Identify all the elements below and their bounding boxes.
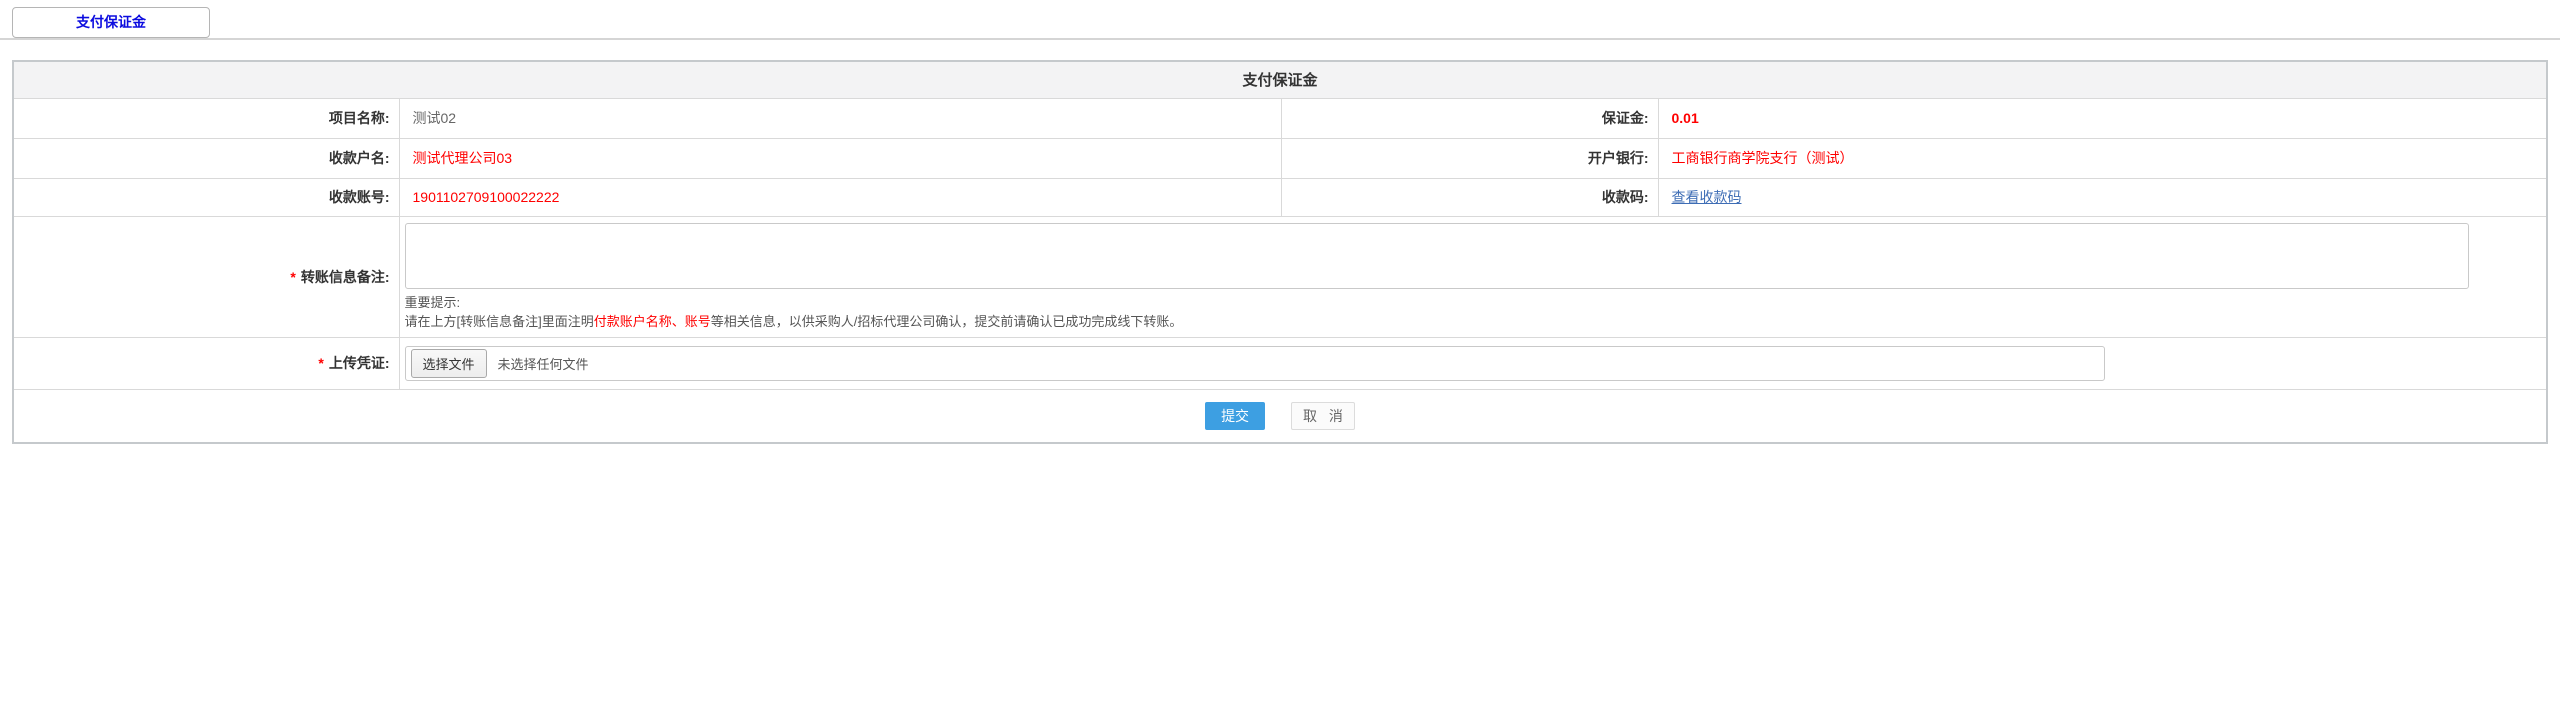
choose-file-button[interactable]: 选择文件 [411, 349, 487, 378]
form-title: 支付保证金 [13, 61, 2547, 98]
qr-code-label: 收款码: [1281, 178, 1658, 216]
hint-red-text: 付款账户名称、账号 [594, 314, 711, 329]
important-hint: 重要提示: 请在上方[转账信息备注]里面注明付款账户名称、账号等相关信息，以供采… [405, 293, 2547, 331]
file-status-text: 未选择任何文件 [498, 354, 589, 373]
hint-line2: 请在上方[转账信息备注]里面注明付款账户名称、账号等相关信息，以供采购人/招标代… [405, 312, 2547, 331]
remark-textarea[interactable] [405, 223, 2469, 289]
project-name-label: 项目名称: [13, 98, 399, 138]
remark-required-asterisk: * [290, 269, 295, 285]
upload-required-asterisk: * [318, 355, 323, 371]
remark-label: 转账信息备注: [301, 269, 390, 285]
submit-button[interactable]: 提交 [1205, 402, 1265, 430]
pay-deposit-panel: 支付保证金 项目名称: 测试02 保证金: 0.01 收款户名: 测试代理公司0… [12, 60, 2548, 444]
row-upload: * 上传凭证: 选择文件 未选择任何文件 [13, 337, 2547, 389]
payee-name-label: 收款户名: [13, 138, 399, 178]
tab-pay-deposit[interactable]: 支付保证金 [12, 7, 210, 38]
file-input-box[interactable]: 选择文件 未选择任何文件 [405, 346, 2105, 381]
deposit-label: 保证金: [1281, 98, 1658, 138]
cancel-button[interactable]: 取 消 [1291, 402, 1355, 430]
payee-name-value: 测试代理公司03 [413, 150, 513, 166]
table-header-row: 支付保证金 [13, 61, 2547, 98]
account-no-label: 收款账号: [13, 178, 399, 216]
bank-value: 工商银行商学院支行（测试） [1672, 150, 1854, 166]
row-remark: * 转账信息备注: 重要提示: 请在上方[转账信息备注]里面注明付款账户名称、账号… [13, 216, 2547, 337]
hint-line1: 重要提示: [405, 293, 2547, 312]
row-buttons: 提交 取 消 [13, 389, 2547, 443]
view-qr-code-link[interactable]: 查看收款码 [1672, 189, 1742, 205]
bank-label: 开户银行: [1281, 138, 1658, 178]
row-project-deposit: 项目名称: 测试02 保证金: 0.01 [13, 98, 2547, 138]
upload-label: 上传凭证: [329, 355, 390, 371]
account-no-value: 1901102709100022222 [413, 189, 560, 205]
deposit-form-table: 支付保证金 项目名称: 测试02 保证金: 0.01 收款户名: 测试代理公司0… [12, 60, 2548, 444]
project-name-value: 测试02 [399, 98, 1281, 138]
deposit-value: 0.01 [1672, 110, 1699, 126]
tab-bar: 支付保证金 [0, 0, 2560, 40]
row-account-qr: 收款账号: 1901102709100022222 收款码: 查看收款码 [13, 178, 2547, 216]
row-payee-bank: 收款户名: 测试代理公司03 开户银行: 工商银行商学院支行（测试） [13, 138, 2547, 178]
